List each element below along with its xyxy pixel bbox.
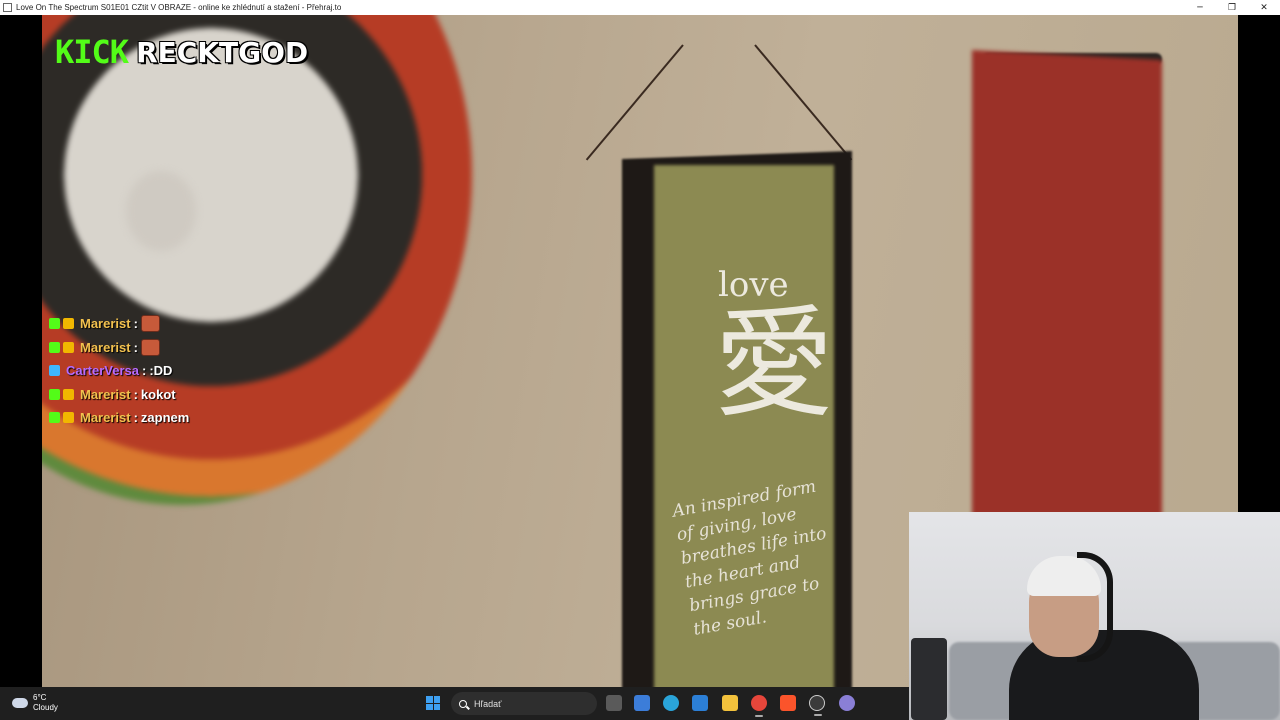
window-title: Love On The Spectrum S01E01 CZtit V OBRA…	[16, 3, 342, 12]
subscriber-badge-icon	[49, 388, 60, 400]
banner-string	[754, 44, 853, 161]
mandala-center	[126, 171, 196, 251]
windows-start-icon[interactable]	[426, 696, 440, 710]
taskbar-search-box[interactable]: Hľadať	[451, 692, 597, 715]
chrome-icon[interactable]	[751, 695, 767, 717]
chat-text: zapnem	[140, 410, 190, 426]
banner-kanji: 愛	[714, 295, 834, 434]
headphones-icon	[1077, 552, 1113, 662]
chat-emote-icon	[140, 338, 160, 356]
photos-icon[interactable]	[692, 695, 708, 711]
chat-username: Marerist	[80, 410, 131, 426]
subscriber-badge-icon	[49, 341, 60, 353]
chat-separator: :	[133, 410, 138, 426]
edge-icon[interactable]	[663, 695, 679, 711]
channel-name: RECKTGOD	[136, 35, 309, 69]
weather-text: 6°C Cloudy	[33, 693, 58, 713]
close-button[interactable]: ✕	[1248, 0, 1280, 15]
app-icon[interactable]	[839, 695, 855, 711]
chat-message: Marerist : kokot	[49, 383, 189, 407]
chat-username: Marerist	[80, 316, 131, 332]
chair	[911, 638, 947, 720]
chat-overlay: Marerist : Marerist : CarterVersa : :DD …	[49, 312, 189, 430]
chat-username: CarterVersa	[66, 363, 139, 379]
store-icon[interactable]	[634, 695, 650, 711]
banner-quote: An inspired form of giving, love breathe…	[671, 476, 828, 640]
chat-message: Marerist :	[49, 312, 189, 336]
banner-string	[585, 44, 684, 161]
user-badge-icon	[49, 365, 60, 377]
subscriber-badge-icon	[49, 318, 60, 330]
chat-separator: :	[133, 316, 138, 332]
crown-badge-icon	[63, 412, 74, 424]
chat-emote-icon	[140, 315, 160, 333]
chat-text: :DD	[149, 363, 173, 379]
red-banner	[972, 50, 1162, 530]
chat-username: Marerist	[80, 386, 131, 402]
crown-badge-icon	[63, 341, 74, 353]
brave-icon[interactable]	[780, 695, 796, 711]
crown-badge-icon	[63, 318, 74, 330]
weather-temperature: 6°C	[33, 693, 47, 702]
webcam-feed	[909, 512, 1280, 720]
kick-logo: KICK	[55, 33, 129, 71]
taskbar: 6°C Cloudy Hľadať	[0, 687, 909, 720]
chat-message: Marerist : zapnem	[49, 406, 189, 430]
chat-text: kokot	[140, 386, 176, 402]
search-placeholder: Hľadať	[474, 698, 502, 709]
chat-message: Marerist :	[49, 336, 189, 360]
subscriber-badge-icon	[49, 412, 60, 424]
window-titlebar: Love On The Spectrum S01E01 CZtit V OBRA…	[0, 0, 1280, 15]
mandala-artwork	[42, 15, 472, 505]
file-explorer-icon[interactable]	[722, 695, 738, 711]
restore-button[interactable]: ❐	[1216, 0, 1248, 15]
chat-separator: :	[133, 339, 138, 355]
weather-condition: Cloudy	[33, 703, 58, 712]
stream-overlay-header: KICK RECKTGOD	[55, 33, 308, 71]
chat-username: Marerist	[80, 339, 131, 355]
chat-message: CarterVersa : :DD	[49, 359, 189, 383]
weather-widget[interactable]: 6°C Cloudy	[12, 693, 58, 713]
chat-separator: :	[142, 363, 147, 379]
obs-icon[interactable]	[809, 695, 825, 716]
search-icon	[459, 699, 467, 708]
cloud-icon	[12, 698, 28, 708]
crown-badge-icon	[63, 388, 74, 400]
window-controls: ─ ❐ ✕	[1184, 0, 1280, 15]
chat-separator: :	[133, 386, 138, 402]
minimize-button[interactable]: ─	[1184, 0, 1216, 15]
task-view-icon[interactable]	[606, 695, 622, 711]
window-app-icon	[3, 3, 12, 12]
